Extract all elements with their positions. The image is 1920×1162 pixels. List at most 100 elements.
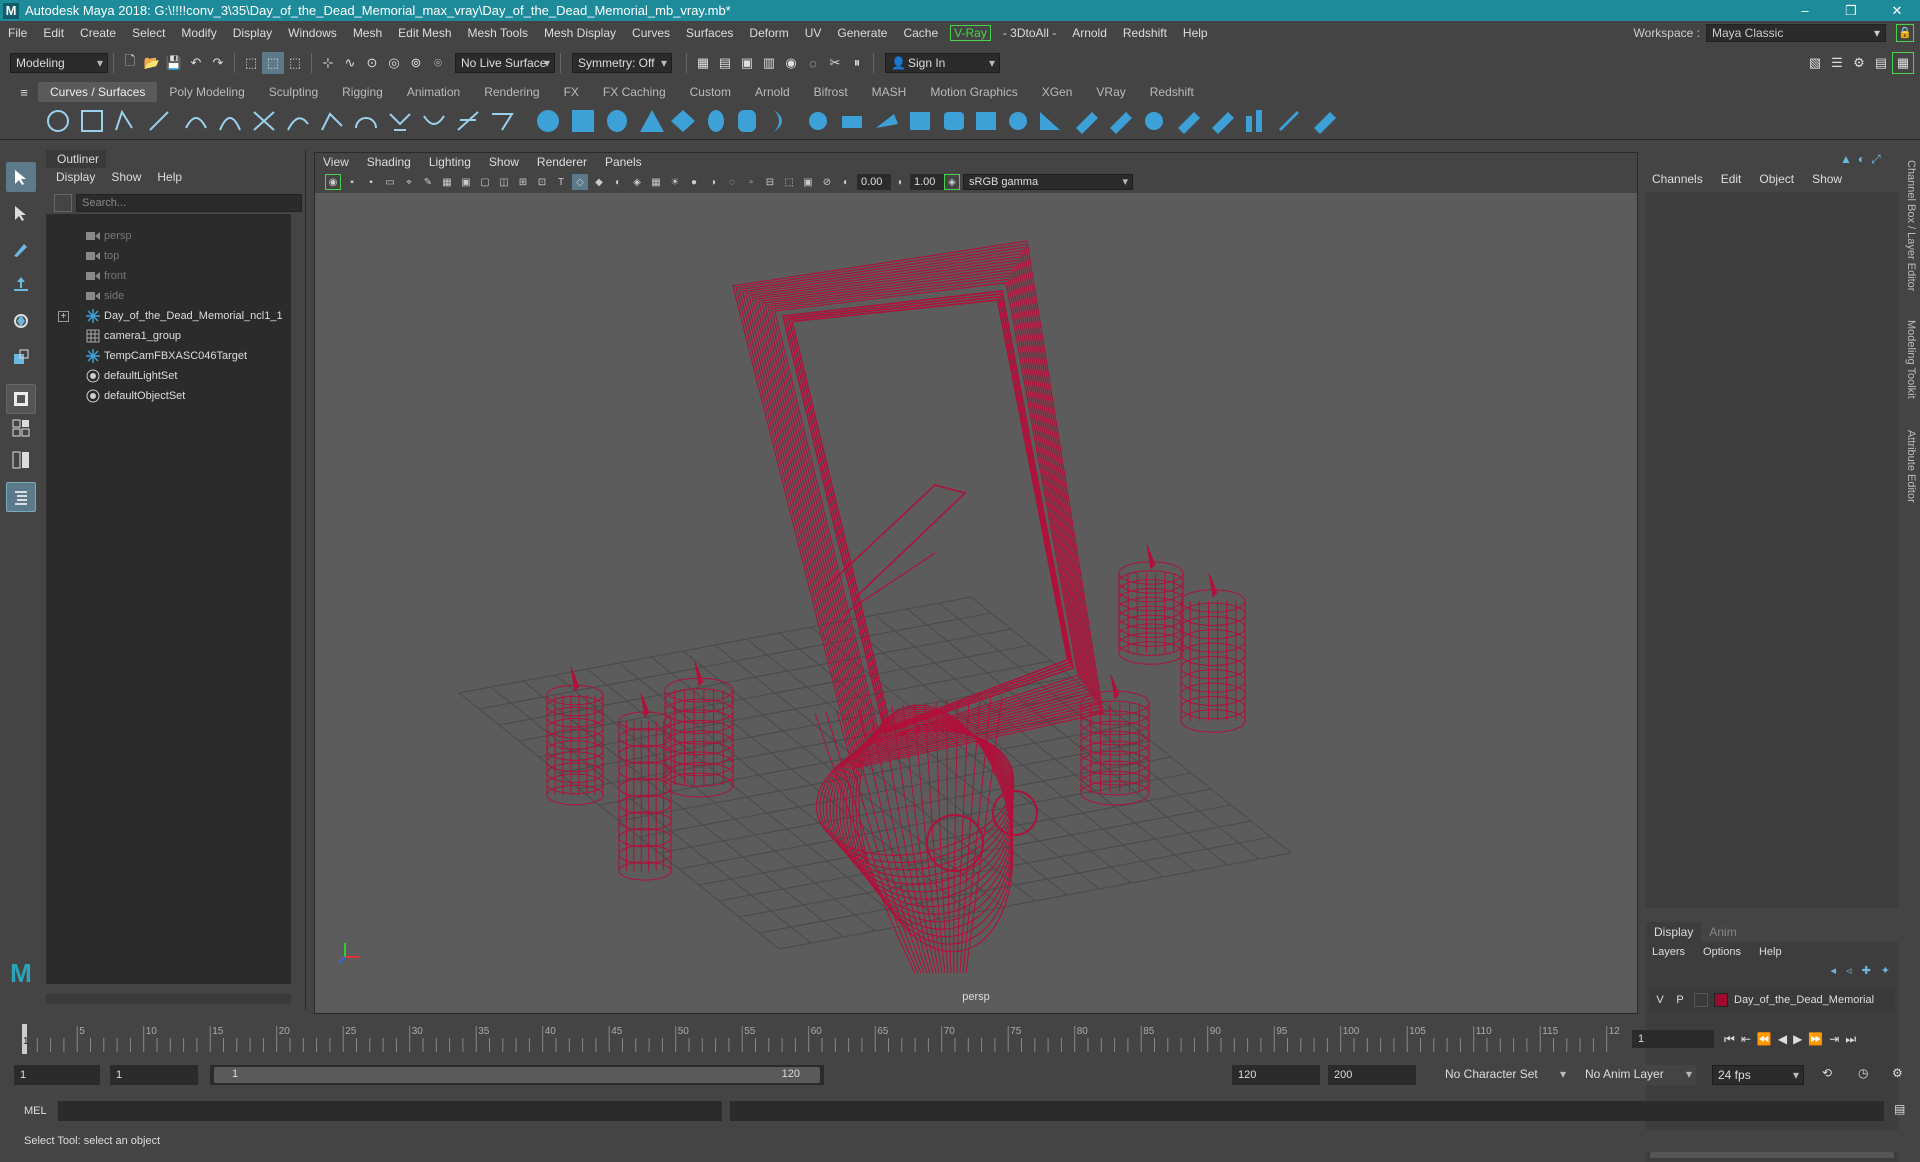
range-slider[interactable]: 1 120 [210, 1065, 824, 1085]
undo-icon[interactable]: ↶ [185, 52, 207, 74]
tab-redshift[interactable]: Redshift [1138, 82, 1206, 102]
smooth-shade-icon[interactable]: ◆ [591, 174, 607, 190]
render-view-icon[interactable]: ◌ [802, 52, 824, 74]
menu-display[interactable]: Display [225, 26, 280, 40]
list-item[interactable]: persp [46, 226, 291, 246]
default-material-icon[interactable]: ◐ [610, 174, 626, 190]
snap-grid-icon[interactable]: ⊹ [317, 52, 339, 74]
tab-bifrost[interactable]: Bifrost [802, 82, 860, 102]
snap-view-plane-icon[interactable]: ◎ [383, 52, 405, 74]
channel-box-layout-icon[interactable]: ▲ [1840, 152, 1852, 167]
outliner-vertical-scrollbar[interactable] [294, 214, 303, 984]
auto-key-icon[interactable]: ◷ [1858, 1066, 1868, 1080]
list-item[interactable]: side [46, 286, 291, 306]
pause-icon[interactable]: ⏸ [846, 52, 868, 74]
loop-icon[interactable]: ⟲ [1822, 1066, 1832, 1080]
single-perspective-layout-icon[interactable] [6, 384, 36, 414]
minimize-button[interactable]: – [1782, 0, 1828, 21]
menu-curves[interactable]: Curves [624, 26, 678, 40]
wireframe-on-shaded-icon[interactable]: ◈ [629, 174, 645, 190]
image-plane-icon[interactable]: ▭ [382, 174, 398, 190]
select-tool-icon[interactable] [6, 162, 36, 192]
select-camera-icon[interactable]: ◉ [325, 174, 341, 190]
xray-active-icon[interactable]: ⊘ [819, 174, 835, 190]
hypershade-icon[interactable]: ◉ [780, 52, 802, 74]
tool-settings-toggle-icon[interactable]: ⚙ [1848, 52, 1870, 74]
paint-select-tool-icon[interactable] [6, 234, 36, 264]
channel-box-toggle-icon[interactable]: ▤ [1870, 52, 1892, 74]
viewport-menu-lighting[interactable]: Lighting [429, 155, 471, 169]
tab-poly-modeling[interactable]: Poly Modeling [157, 82, 256, 102]
grease-pencil-icon[interactable]: ✎ [420, 174, 436, 190]
menu-edit[interactable]: Edit [35, 26, 72, 40]
tab-anim[interactable]: Anim [1701, 922, 1744, 942]
channel-box-menu-object[interactable]: Object [1759, 172, 1794, 186]
new-scene-icon[interactable]: 🗋 [119, 52, 141, 74]
shadows-icon[interactable]: ● [686, 174, 702, 190]
tab-curves-surfaces[interactable]: Curves / Surfaces [38, 82, 158, 102]
tab-xgen[interactable]: XGen [1030, 82, 1085, 102]
tab-fx[interactable]: FX [552, 82, 591, 102]
vray-render-icon[interactable]: ✂ [824, 52, 846, 74]
tab-custom[interactable]: Custom [678, 82, 743, 102]
animation-start-field[interactable]: 1 [14, 1065, 100, 1085]
menu-create[interactable]: Create [72, 26, 124, 40]
move-layer-down-icon[interactable]: ◃ [1846, 964, 1852, 977]
side-tab-channel-box[interactable]: Channel Box / Layer Editor [1905, 160, 1917, 291]
outliner-persp-layout-icon[interactable] [6, 446, 36, 474]
snap-curve-icon[interactable]: ∿ [339, 52, 361, 74]
grid-icon[interactable]: ▦ [439, 174, 455, 190]
gamma-icon[interactable]: ◑ [891, 174, 907, 190]
use-all-lights-icon[interactable]: ☀ [667, 174, 683, 190]
tab-sculpting[interactable]: Sculpting [257, 82, 330, 102]
snap-surface-icon[interactable]: ⌾ [427, 52, 449, 74]
go-to-end-icon[interactable]: ⏭ [1845, 1032, 1856, 1047]
render-history-icon[interactable]: ▦ [692, 52, 714, 74]
render-frame-icon[interactable]: ▤ [714, 52, 736, 74]
motion-blur-icon[interactable]: ◌ [724, 174, 740, 190]
resolution-gate-icon[interactable]: ▢ [477, 174, 493, 190]
select-hierarchy-icon[interactable]: ⬚ [240, 52, 262, 74]
command-input[interactable] [58, 1101, 722, 1121]
xray-joints-icon[interactable]: ▣ [800, 174, 816, 190]
safe-action-icon[interactable]: ⊡ [534, 174, 550, 190]
safe-title-icon[interactable]: T [553, 174, 569, 190]
gate-mask-icon[interactable]: ◫ [496, 174, 512, 190]
list-item[interactable]: defaultObjectSet [46, 386, 291, 406]
menu-uv[interactable]: UV [797, 26, 830, 40]
play-backwards-icon[interactable]: ◀ [1778, 1032, 1787, 1047]
menu-3dtoall[interactable]: - 3DtoAll - [995, 26, 1064, 40]
live-surface-field[interactable]: No Live Surface [455, 53, 555, 73]
layer-visibility-toggle[interactable]: V [1650, 994, 1670, 1006]
go-to-start-icon[interactable]: ⏮ [1724, 1032, 1735, 1047]
field-chart-icon[interactable]: ⊞ [515, 174, 531, 190]
maximize-button[interactable]: ❐ [1828, 0, 1874, 21]
attribute-editor-toggle-icon[interactable]: ☰ [1826, 52, 1848, 74]
color-management-icon[interactable]: ◈ [944, 174, 960, 190]
lock-icon[interactable]: 🔒 [1896, 24, 1914, 42]
character-set-dropdown[interactable]: No Character Set [1440, 1065, 1570, 1085]
snap-point-icon[interactable]: ⊙ [361, 52, 383, 74]
shelf-menu-icon[interactable]: ≡ [14, 84, 34, 100]
outliner-layout-icon[interactable] [6, 482, 36, 512]
close-button[interactable]: ✕ [1874, 0, 1920, 21]
script-type-label[interactable]: MEL [24, 1105, 47, 1117]
layer-menu-help[interactable]: Help [1759, 946, 1782, 958]
outliner-menu-show[interactable]: Show [111, 170, 141, 184]
animation-preferences-icon[interactable]: ⚙ [1892, 1066, 1903, 1080]
menu-arnold[interactable]: Arnold [1064, 26, 1115, 40]
list-item[interactable]: + Day_of_the_Dead_Memorial_ncl1_1 [46, 306, 291, 326]
exposure-field[interactable]: 0.00 [857, 174, 891, 190]
four-view-layout-icon[interactable] [6, 414, 36, 442]
outliner-search-input[interactable]: Search... [76, 194, 302, 212]
layer-row[interactable]: V P Day_of_the_Dead_Memorial [1650, 990, 1894, 1010]
outliner-menu-help[interactable]: Help [157, 170, 182, 184]
modeling-toolkit-toggle-icon[interactable]: ▧ [1804, 52, 1826, 74]
snap-live-icon[interactable]: ⊚ [405, 52, 427, 74]
menu-modify[interactable]: Modify [173, 26, 224, 40]
script-editor-icon[interactable]: ▤ [1894, 1102, 1905, 1116]
channel-box-settings-icon[interactable]: ◐ [1858, 152, 1865, 167]
menu-mesh[interactable]: Mesh [345, 26, 390, 40]
channel-box-menu-show[interactable]: Show [1812, 172, 1842, 186]
layer-color-swatch[interactable] [1714, 993, 1728, 1007]
